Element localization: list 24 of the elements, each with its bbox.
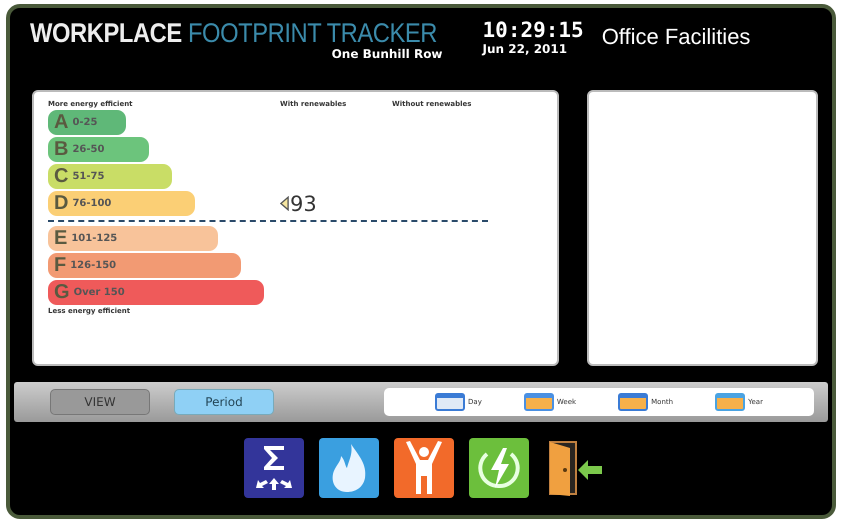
pointer-icon: [280, 196, 289, 211]
brand-label: Office Facilities: [602, 24, 750, 50]
toolbar-button[interactable]: Period: [174, 389, 274, 415]
rating-band: E 101-125: [48, 226, 218, 251]
rating-band: D 76-100: [48, 191, 195, 216]
person-icon[interactable]: [394, 438, 454, 498]
month-calendar-icon[interactable]: [618, 393, 648, 411]
sum-arrows-icon[interactable]: [244, 438, 304, 498]
rating-band: A 0-25: [48, 110, 126, 135]
year-calendar-icon[interactable]: [715, 393, 746, 411]
rating-band: G Over 150: [48, 280, 264, 305]
day-calendar-icon[interactable]: [435, 393, 466, 411]
clock-time: 10:29:15: [482, 18, 584, 42]
lightning-icon[interactable]: [469, 438, 529, 498]
toolbar-button[interactable]: VIEW: [50, 389, 150, 415]
rating-band: B 26-50: [48, 137, 149, 162]
rating-band: C 51-75: [48, 164, 172, 189]
rating-value: 93: [290, 192, 317, 216]
location-label: One Bunhill Row: [332, 47, 443, 61]
week-calendar-icon[interactable]: [524, 393, 554, 411]
app-title: WORKPLACE FOOTPRINT TRACKER: [30, 18, 438, 48]
clock-date: Jun 22, 2011: [482, 42, 568, 56]
rating-band: F 126-150: [48, 253, 241, 278]
flame-icon[interactable]: [319, 438, 379, 498]
